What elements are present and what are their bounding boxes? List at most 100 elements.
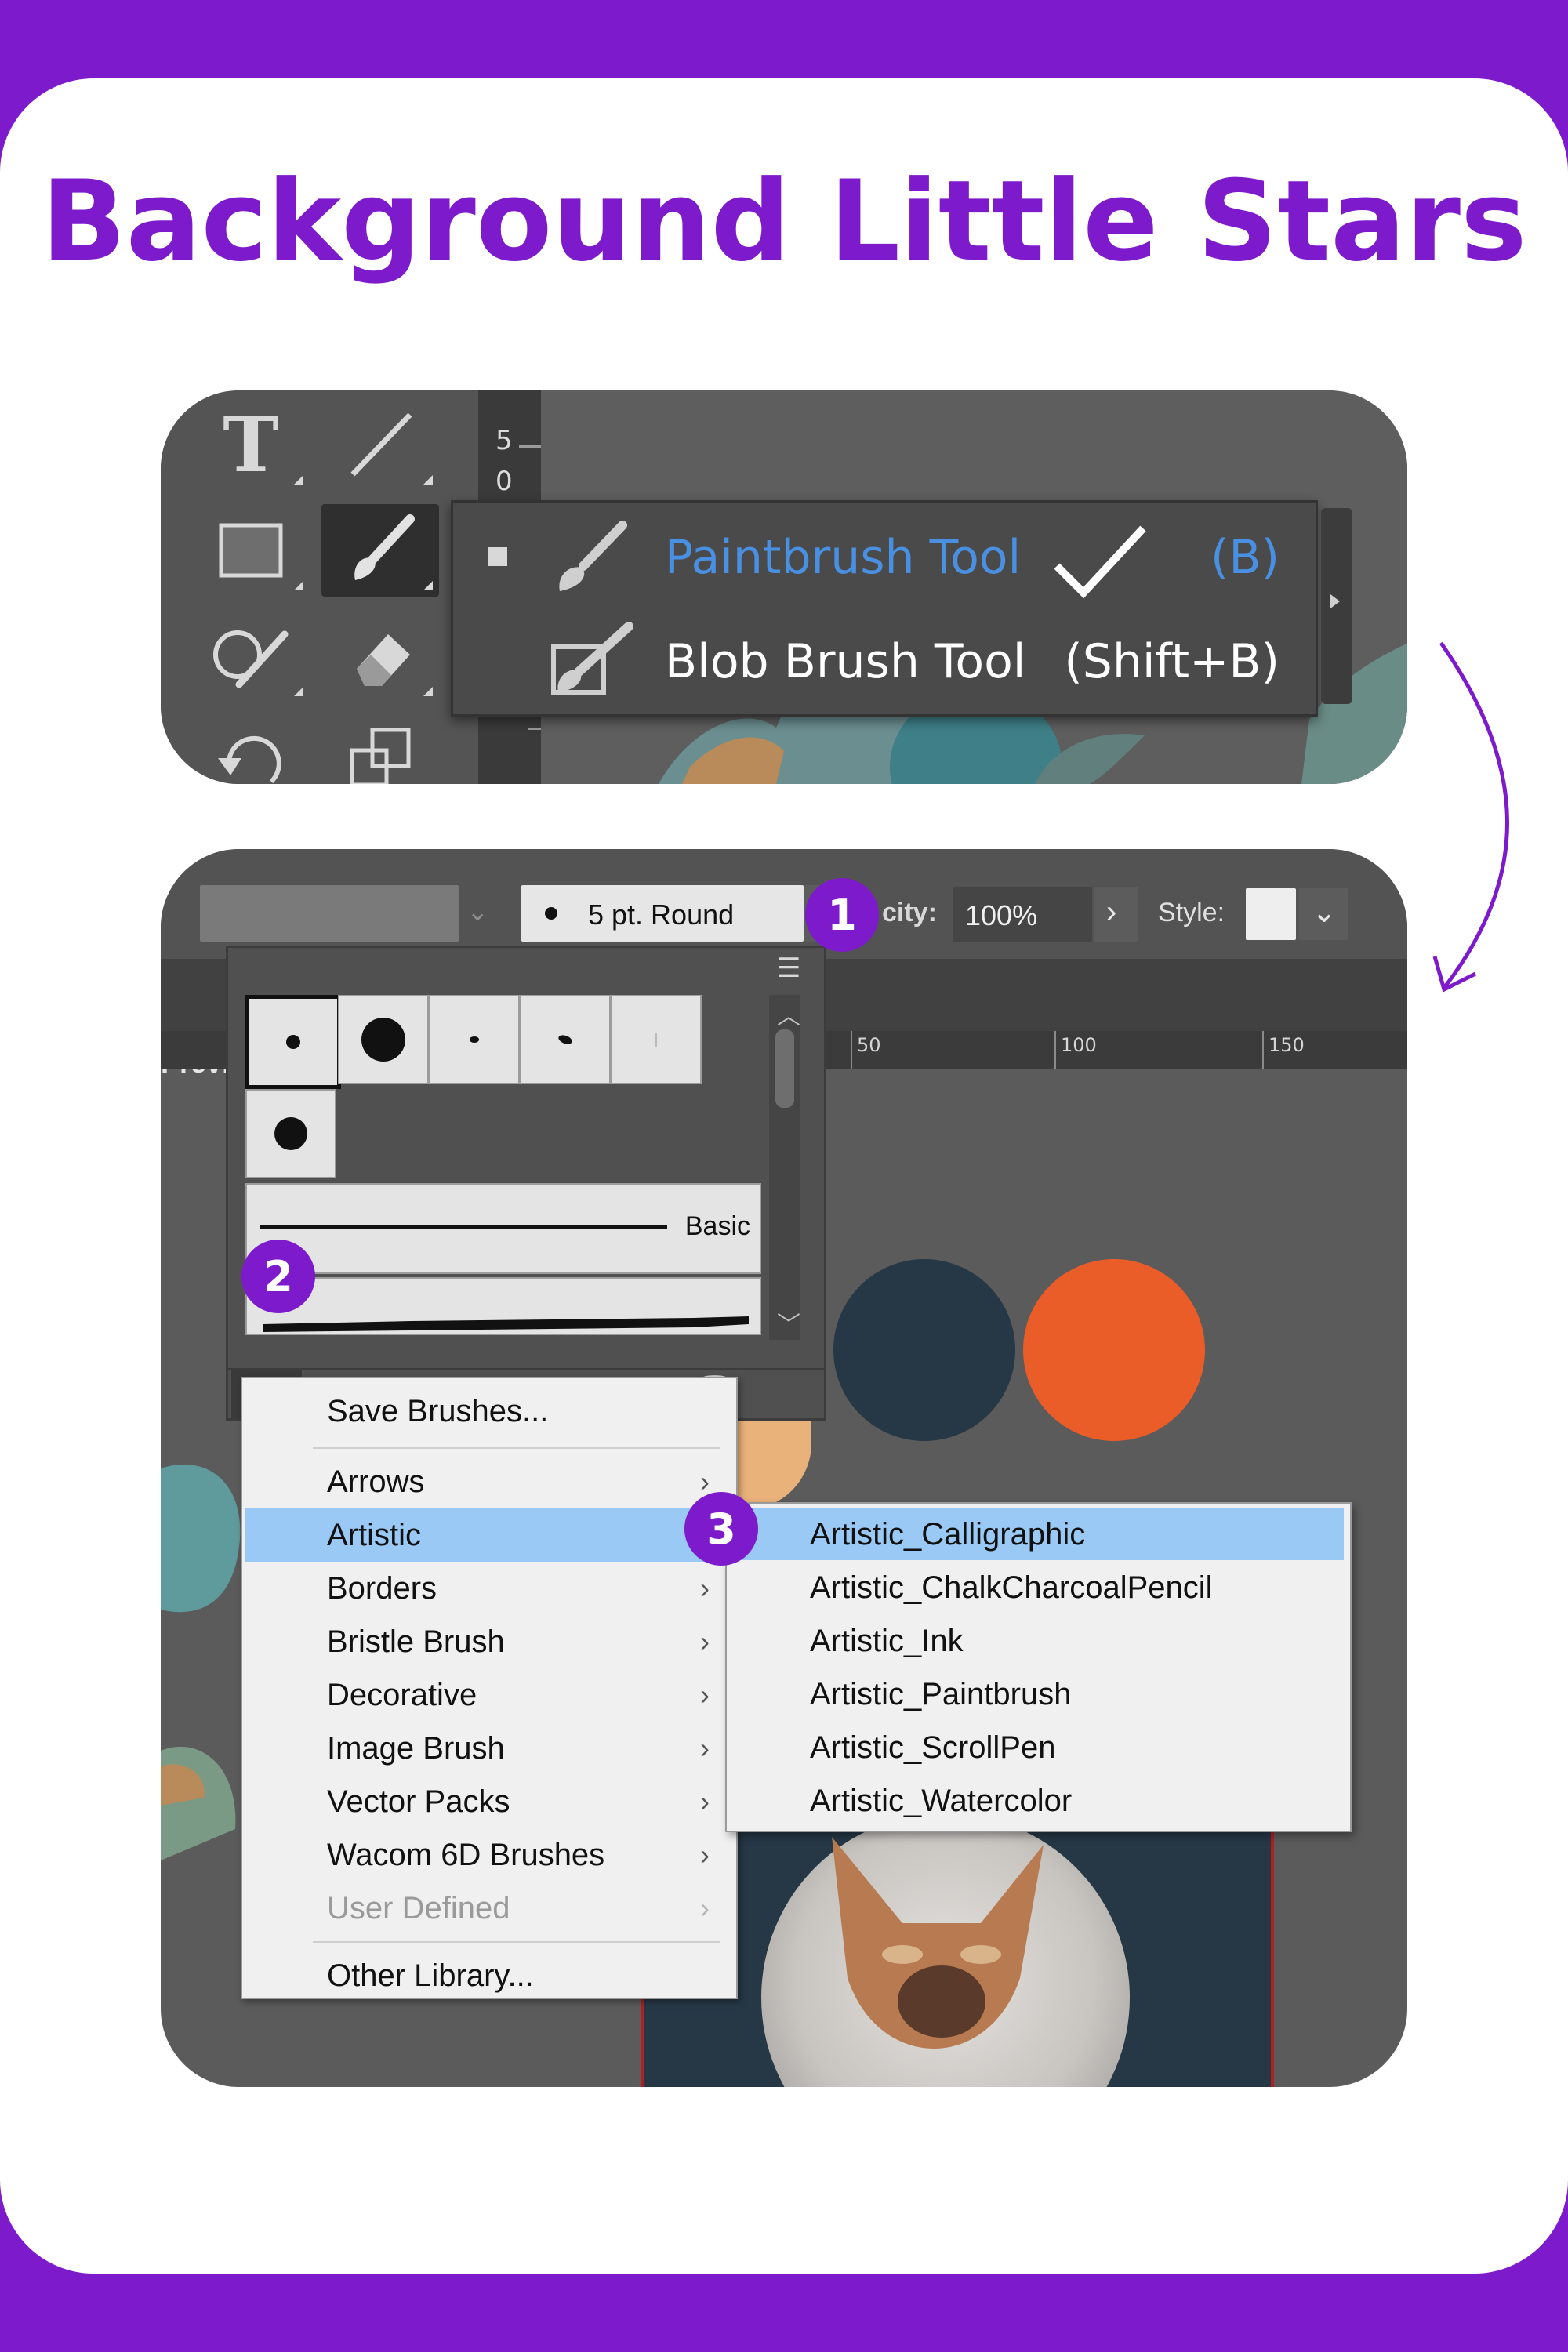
style-swatch[interactable]: [1246, 888, 1296, 940]
submenu-item-label: Artistic_Calligraphic: [810, 1516, 1086, 1552]
charcoal-stroke-icon: [263, 1316, 749, 1332]
chevron-right-icon: ›: [700, 1785, 710, 1817]
type-tool[interactable]: T: [192, 398, 310, 491]
brush-thumb[interactable]: [429, 995, 520, 1084]
tool-flyout-screenshot: T 5 0 Paintbrush Tool (B) Blob Brush Too…: [161, 390, 1407, 784]
menu-item-label: Bristle Brush: [327, 1624, 505, 1659]
brush-dot-icon: [545, 907, 557, 920]
menu-item-vector-packs[interactable]: Vector Packs ›: [245, 1775, 731, 1828]
brush-definition-field[interactable]: 5 pt. Round: [521, 885, 804, 942]
menu-item-user-defined: User Defined ›: [245, 1882, 731, 1935]
blob-brush-shortcut: (Shift+B): [1064, 634, 1279, 689]
paintbrush-shortcut: (B): [1210, 530, 1279, 585]
chevron-right-icon: ›: [700, 1572, 710, 1604]
rotate-icon: [218, 735, 281, 784]
rectangle-tool[interactable]: [192, 504, 310, 597]
paintbrush-icon: [354, 514, 415, 580]
paintbrush-tool[interactable]: [321, 504, 439, 597]
brush-list-scrollbar[interactable]: ︿ ﹀: [769, 995, 800, 1340]
type-icon: T: [223, 400, 279, 489]
triangle-right-icon: [1330, 594, 1340, 608]
stroke-field[interactable]: [200, 885, 459, 942]
artistic-submenu: Artistic_Calligraphic Artistic_ChalkChar…: [725, 1502, 1352, 1832]
brush-libraries-menu: Save Brushes... Arrows › Artistic › Bord…: [241, 1377, 738, 1999]
menu-item-wacom-6d-brushes[interactable]: Wacom 6D Brushes ›: [245, 1828, 731, 1882]
basic-stroke-row[interactable]: Basic: [245, 1183, 761, 1274]
menu-item-image-brush[interactable]: Image Brush ›: [245, 1722, 731, 1775]
eraser-icon: [357, 634, 410, 686]
scale-tool[interactable]: [321, 712, 439, 784]
submenu-item-label: Artistic_Watercolor: [810, 1783, 1073, 1818]
flyout-tearoff-bar[interactable]: [1321, 508, 1352, 704]
menu-item-decorative[interactable]: Decorative ›: [245, 1668, 731, 1722]
menu-item-label: Wacom 6D Brushes: [327, 1837, 605, 1872]
brush-thumb[interactable]: [611, 995, 702, 1084]
chevron-down-icon: ⌄: [466, 897, 489, 927]
ruler-number: 0: [495, 466, 513, 497]
cat-illustration: [832, 1837, 1044, 2049]
menu-item-label: Image Brush: [327, 1730, 505, 1766]
menu-item-bristle-brush[interactable]: Bristle Brush ›: [245, 1615, 731, 1668]
submenu-item-label: Artistic_Ink: [810, 1623, 964, 1658]
blob-brush-icon: [551, 622, 633, 695]
brush-thumb[interactable]: [520, 995, 611, 1084]
style-label: Style:: [1158, 898, 1225, 927]
brushes-panel: ☰ Basic ︿ ﹀: [226, 946, 826, 1421]
panel-menu-icon[interactable]: ☰: [777, 953, 800, 984]
menu-item-label: Artistic: [327, 1517, 421, 1552]
brush-thumb[interactable]: [245, 1089, 336, 1178]
style-dropdown[interactable]: ⌄: [1299, 888, 1348, 940]
scroll-thumb[interactable]: [775, 1029, 794, 1108]
step-badge-1: 1: [805, 878, 879, 952]
tools-panel: T: [161, 390, 478, 784]
eraser-tool[interactable]: [321, 610, 439, 702]
ruler-label: 50: [857, 1034, 881, 1056]
menu-item-label: Borders: [327, 1570, 437, 1606]
submenu-item-artistic-calligraphic[interactable]: Artistic_Calligraphic: [731, 1508, 1344, 1560]
chevron-right-icon: ›: [700, 1465, 710, 1497]
blob-brush-tool-label: Blob Brush Tool: [665, 634, 1026, 689]
page-title: Background Little Stars: [41, 157, 1527, 286]
menu-item-label: Other Library...: [327, 1958, 534, 1993]
menu-item-arrows[interactable]: Arrows ›: [245, 1455, 731, 1508]
step-badge-2: 2: [241, 1240, 315, 1313]
line-segment-icon: [350, 412, 412, 477]
opacity-stepper[interactable]: ›: [1094, 887, 1138, 942]
charcoal-stroke-row[interactable]: [245, 1277, 761, 1335]
curved-arrow-icon: [1432, 641, 1509, 993]
menu-item-other-library[interactable]: Other Library...: [245, 1949, 731, 2002]
menu-item-borders[interactable]: Borders ›: [245, 1562, 731, 1615]
paintbrush-icon: [559, 521, 627, 591]
rotate-tool[interactable]: [192, 712, 310, 784]
submenu-item-artistic-watercolor[interactable]: Artistic_Watercolor: [731, 1775, 1344, 1827]
menu-item-label: Decorative: [327, 1677, 477, 1712]
paintbrush-tool-option[interactable]: Paintbrush Tool (B): [453, 506, 1316, 608]
menu-item-save-brushes[interactable]: Save Brushes...: [245, 1385, 731, 1438]
ruler-label: 150: [1269, 1034, 1305, 1056]
shaper-tool[interactable]: [192, 610, 310, 702]
brush-definition-label: 5 pt. Round: [588, 898, 735, 931]
submenu-item-artistic-ink[interactable]: Artistic_Ink: [731, 1615, 1344, 1667]
brush-thumb[interactable]: [338, 995, 429, 1084]
chevron-right-icon: ›: [700, 1679, 710, 1711]
submenu-item-artistic-scrollpen[interactable]: Artistic_ScrollPen: [731, 1722, 1344, 1773]
chevron-right-icon: ›: [700, 1838, 710, 1871]
scale-icon: [350, 728, 411, 784]
menu-item-label: User Defined: [327, 1890, 510, 1926]
brush-dot-icon: [361, 1018, 405, 1062]
brush-thumb-selected[interactable]: [245, 995, 341, 1089]
swatch-circle-orange: [1023, 1259, 1205, 1441]
ruler-label: 100: [1061, 1034, 1097, 1056]
brush-library-screenshot: ⌄ 5 pt. Round ⌄ city: 100% › Style: ⌄ Pr…: [161, 849, 1407, 2087]
brush-dot-icon: [655, 1033, 657, 1047]
brush-dot-icon: [286, 1035, 300, 1049]
opacity-field[interactable]: 100%: [953, 887, 1092, 942]
stroke-line-icon: [260, 1225, 667, 1229]
chevron-down-icon: ⌄: [1312, 896, 1337, 929]
chevron-right-icon: ›: [700, 1625, 710, 1657]
blob-brush-tool-option[interactable]: Blob Brush Tool (Shift+B): [453, 611, 1316, 713]
submenu-item-artistic-paintbrush[interactable]: Artistic_Paintbrush: [731, 1668, 1344, 1720]
submenu-item-artistic-chalkcharcoalpencil[interactable]: Artistic_ChalkCharcoalPencil: [731, 1562, 1344, 1613]
line-tool[interactable]: [321, 398, 439, 491]
menu-item-artistic[interactable]: Artistic ›: [245, 1508, 731, 1562]
